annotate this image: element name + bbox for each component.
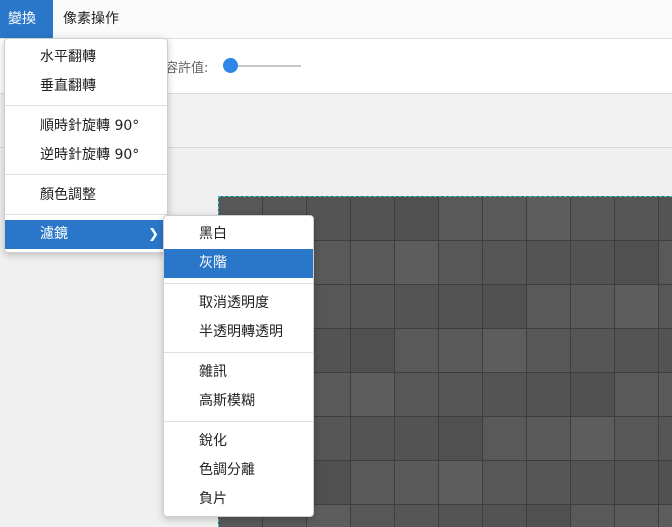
pixel-cell [615, 417, 659, 461]
pixel-cell [527, 505, 571, 527]
menu-item-gaussian-blur[interactable]: 高斯模糊 [164, 387, 313, 416]
pixel-cell [395, 373, 439, 417]
tolerance-slider-thumb[interactable] [222, 58, 238, 73]
pixel-cell [659, 461, 672, 505]
menu-separator [5, 105, 167, 106]
pixel-cell [659, 505, 672, 527]
menu-item-posterize[interactable]: 色調分離 [164, 456, 313, 485]
tolerance-label: 容許值: [165, 61, 209, 76]
pixel-cell [527, 285, 571, 329]
menu-item-sharpen[interactable]: 銳化 [164, 427, 313, 456]
menu-pixel-operations[interactable]: 像素操作 [55, 0, 127, 38]
pixel-cell [395, 417, 439, 461]
pixel-cell [615, 373, 659, 417]
pixel-cell [659, 329, 672, 373]
pixel-cell [659, 417, 672, 461]
menubar: 變換 像素操作 [0, 0, 672, 39]
pixel-cell [395, 285, 439, 329]
pixel-cell [527, 329, 571, 373]
pixel-cell [439, 241, 483, 285]
menu-item-noise[interactable]: 雜訊 [164, 358, 313, 387]
pixel-cell [615, 241, 659, 285]
pixel-cell [571, 373, 615, 417]
pixel-cell [351, 241, 395, 285]
transform-menu: 水平翻轉 垂直翻轉 順時針旋轉 90° 逆時針旋轉 90° 顏色調整 濾鏡 ❯ [4, 38, 168, 253]
pixel-cell [439, 505, 483, 527]
pixel-cell [439, 329, 483, 373]
pixel-cell [527, 241, 571, 285]
pixel-cell [571, 241, 615, 285]
pixel-cell [483, 417, 527, 461]
pixel-cell [351, 197, 395, 241]
pixel-cell [659, 373, 672, 417]
pixel-cell [483, 329, 527, 373]
pixel-cell [659, 197, 672, 241]
pixel-cell [527, 461, 571, 505]
menu-item-color-adjust[interactable]: 顏色調整 [5, 181, 167, 210]
pixel-cell [571, 417, 615, 461]
pixel-cell [351, 329, 395, 373]
pixel-cell [439, 285, 483, 329]
pixel-cell [571, 505, 615, 527]
pixel-cell [483, 285, 527, 329]
menu-item-black-white[interactable]: 黑白 [164, 220, 313, 249]
pixel-cell [615, 505, 659, 527]
menu-item-grayscale[interactable]: 灰階 [164, 249, 313, 278]
pixel-cell [483, 241, 527, 285]
pixel-cell [615, 197, 659, 241]
pixel-cell [395, 197, 439, 241]
pixel-cell [439, 373, 483, 417]
pixel-cell [483, 505, 527, 527]
menu-item-semi-transparent-to-transparent[interactable]: 半透明轉透明 [164, 318, 313, 347]
pixel-cell [527, 197, 571, 241]
pixel-cell [395, 329, 439, 373]
pixel-cell [395, 241, 439, 285]
pixel-cell [351, 417, 395, 461]
pixel-cell [615, 329, 659, 373]
menu-item-invert[interactable]: 負片 [164, 485, 313, 514]
menu-item-flip-horizontal[interactable]: 水平翻轉 [5, 43, 167, 72]
pixel-cell [615, 461, 659, 505]
menu-separator [164, 352, 313, 353]
pixel-cell [351, 505, 395, 527]
chevron-right-icon: ❯ [148, 227, 159, 242]
pixel-cell [571, 197, 615, 241]
pixel-cell [439, 417, 483, 461]
pixel-cell [659, 241, 672, 285]
pixel-cell [351, 461, 395, 505]
menu-separator [5, 174, 167, 175]
menu-item-remove-transparency[interactable]: 取消透明度 [164, 289, 313, 318]
pixel-cell [483, 197, 527, 241]
menu-separator [5, 214, 167, 215]
pixel-cell [571, 461, 615, 505]
menu-separator [164, 283, 313, 284]
pixel-cell [615, 285, 659, 329]
menu-item-flip-vertical[interactable]: 垂直翻轉 [5, 72, 167, 101]
pixel-cell [527, 373, 571, 417]
menu-separator [164, 421, 313, 422]
filter-submenu: 黑白 灰階 取消透明度 半透明轉透明 雜訊 高斯模糊 銳化 色調分離 負片 [163, 215, 314, 517]
pixel-cell [351, 285, 395, 329]
pixel-cell [439, 461, 483, 505]
pixel-cell [351, 373, 395, 417]
menu-item-rotate-clockwise[interactable]: 順時針旋轉 90° [5, 112, 167, 141]
pixel-cell [483, 373, 527, 417]
pixel-cell [527, 417, 571, 461]
menu-item-filters-label: 濾鏡 [40, 226, 68, 242]
pixel-cell [571, 329, 615, 373]
menu-item-rotate-counterclockwise[interactable]: 逆時針旋轉 90° [5, 141, 167, 170]
pixel-cell [439, 197, 483, 241]
pixel-cell [395, 505, 439, 527]
pixel-cell [659, 285, 672, 329]
menu-transform[interactable]: 變換 [0, 0, 53, 38]
pixel-cell [571, 285, 615, 329]
pixel-cell [395, 461, 439, 505]
menu-item-filters[interactable]: 濾鏡 ❯ [5, 220, 167, 249]
pixel-cell [483, 461, 527, 505]
